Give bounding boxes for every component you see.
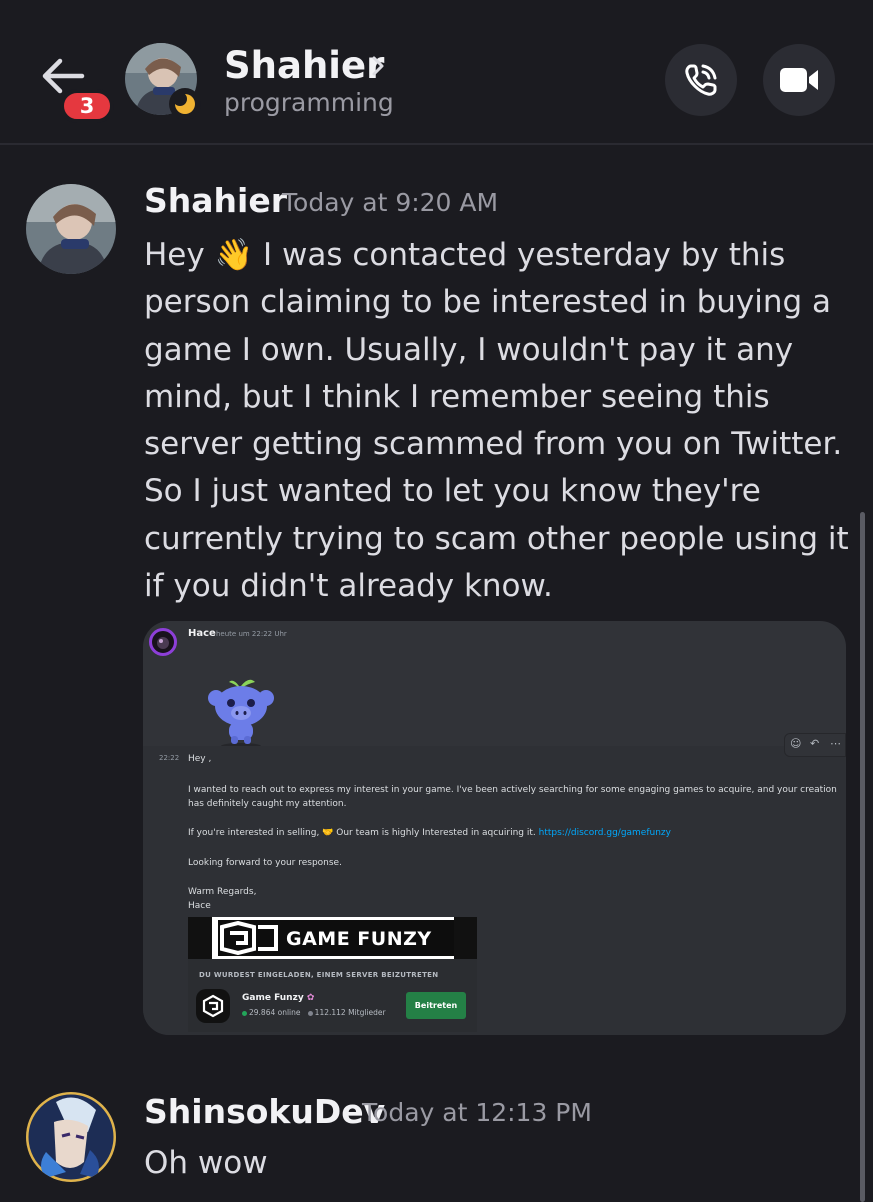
- message-paragraph: I wanted to reach out to express my inte…: [188, 785, 837, 809]
- message-body: Oh wow: [144, 1145, 268, 1181]
- member-count: 112.112 Mitglieder: [314, 1008, 386, 1017]
- video-camera-icon: [780, 68, 818, 92]
- channel-subtitle: programming: [224, 88, 394, 117]
- chevron-right-icon[interactable]: [370, 54, 386, 78]
- avatar[interactable]: [26, 1092, 116, 1182]
- image-attachment[interactable]: Hace heute um 22:22 Uhr ☺ ↶ ⋯ 22:22 Hey …: [143, 621, 846, 1035]
- message-author: Hace: [188, 628, 216, 639]
- game-funzy-logo: [220, 921, 278, 955]
- message-timestamp: Today at 9:20 AM: [282, 188, 499, 217]
- server-stats: 29.864 online 112.112 Mitglieder: [242, 1008, 386, 1017]
- invite-heading: DU WURDEST EINGELADEN, EINEM SERVER BEIZ…: [199, 971, 439, 979]
- server-name: Game Funzy ✿: [242, 993, 315, 1003]
- invite-link[interactable]: https://discord.gg/gamefunzy: [539, 828, 671, 838]
- more-icon[interactable]: ⋯: [830, 737, 841, 750]
- reply-icon[interactable]: ↶: [810, 737, 819, 750]
- message-author[interactable]: Shahier: [144, 181, 287, 221]
- message-signoff: Warm Regards, Hace: [188, 887, 257, 911]
- emoji-icon[interactable]: ☺: [790, 737, 801, 750]
- message-timestamp: Today at 12:13 PM: [362, 1098, 592, 1127]
- moon-status-icon: [174, 93, 195, 114]
- banner-title: GAME FUNZY: [286, 928, 432, 950]
- message-text: If you're interested in selling, 🤝 Our t…: [188, 828, 539, 838]
- join-server-button[interactable]: Beitreten: [406, 992, 466, 1019]
- server-banner: GAME FUNZY: [188, 917, 477, 959]
- idle-status-indicator: [169, 88, 201, 120]
- message-content: Oh wow: [144, 1140, 854, 1187]
- unread-badge: 3: [60, 89, 114, 123]
- message-author[interactable]: ShinsokuDev: [144, 1092, 385, 1132]
- video-call-button[interactable]: [763, 44, 835, 116]
- channel-title[interactable]: Shahier: [224, 44, 384, 88]
- phone-call-icon: [685, 64, 717, 96]
- server-invite-card: DU WURDEST EINGELADEN, EINEM SERVER BEIZ…: [188, 959, 477, 1032]
- message-body: Hey 👋 I was contacted yesterday by this …: [144, 237, 849, 605]
- message-timestamp: 22:22: [159, 754, 180, 762]
- scrollbar[interactable]: [860, 512, 865, 1202]
- wumpus-sticker: [208, 679, 274, 749]
- message-timestamp: heute um 22:22 Uhr: [216, 630, 287, 638]
- message-paragraph: If you're interested in selling, 🤝 Our t…: [188, 826, 838, 840]
- message-paragraph: Looking forward to your response.: [188, 858, 342, 868]
- server-icon: [196, 989, 230, 1023]
- voice-call-button[interactable]: [665, 44, 737, 116]
- avatar[interactable]: [26, 184, 116, 274]
- online-count: 29.864 online: [249, 1008, 301, 1017]
- message-content: Hey 👋 I was contacted yesterday by this …: [144, 232, 854, 610]
- message-greeting: Hey ,: [188, 754, 212, 764]
- avatar: [149, 628, 177, 656]
- channel-header: 3 Shahier programming: [0, 0, 873, 145]
